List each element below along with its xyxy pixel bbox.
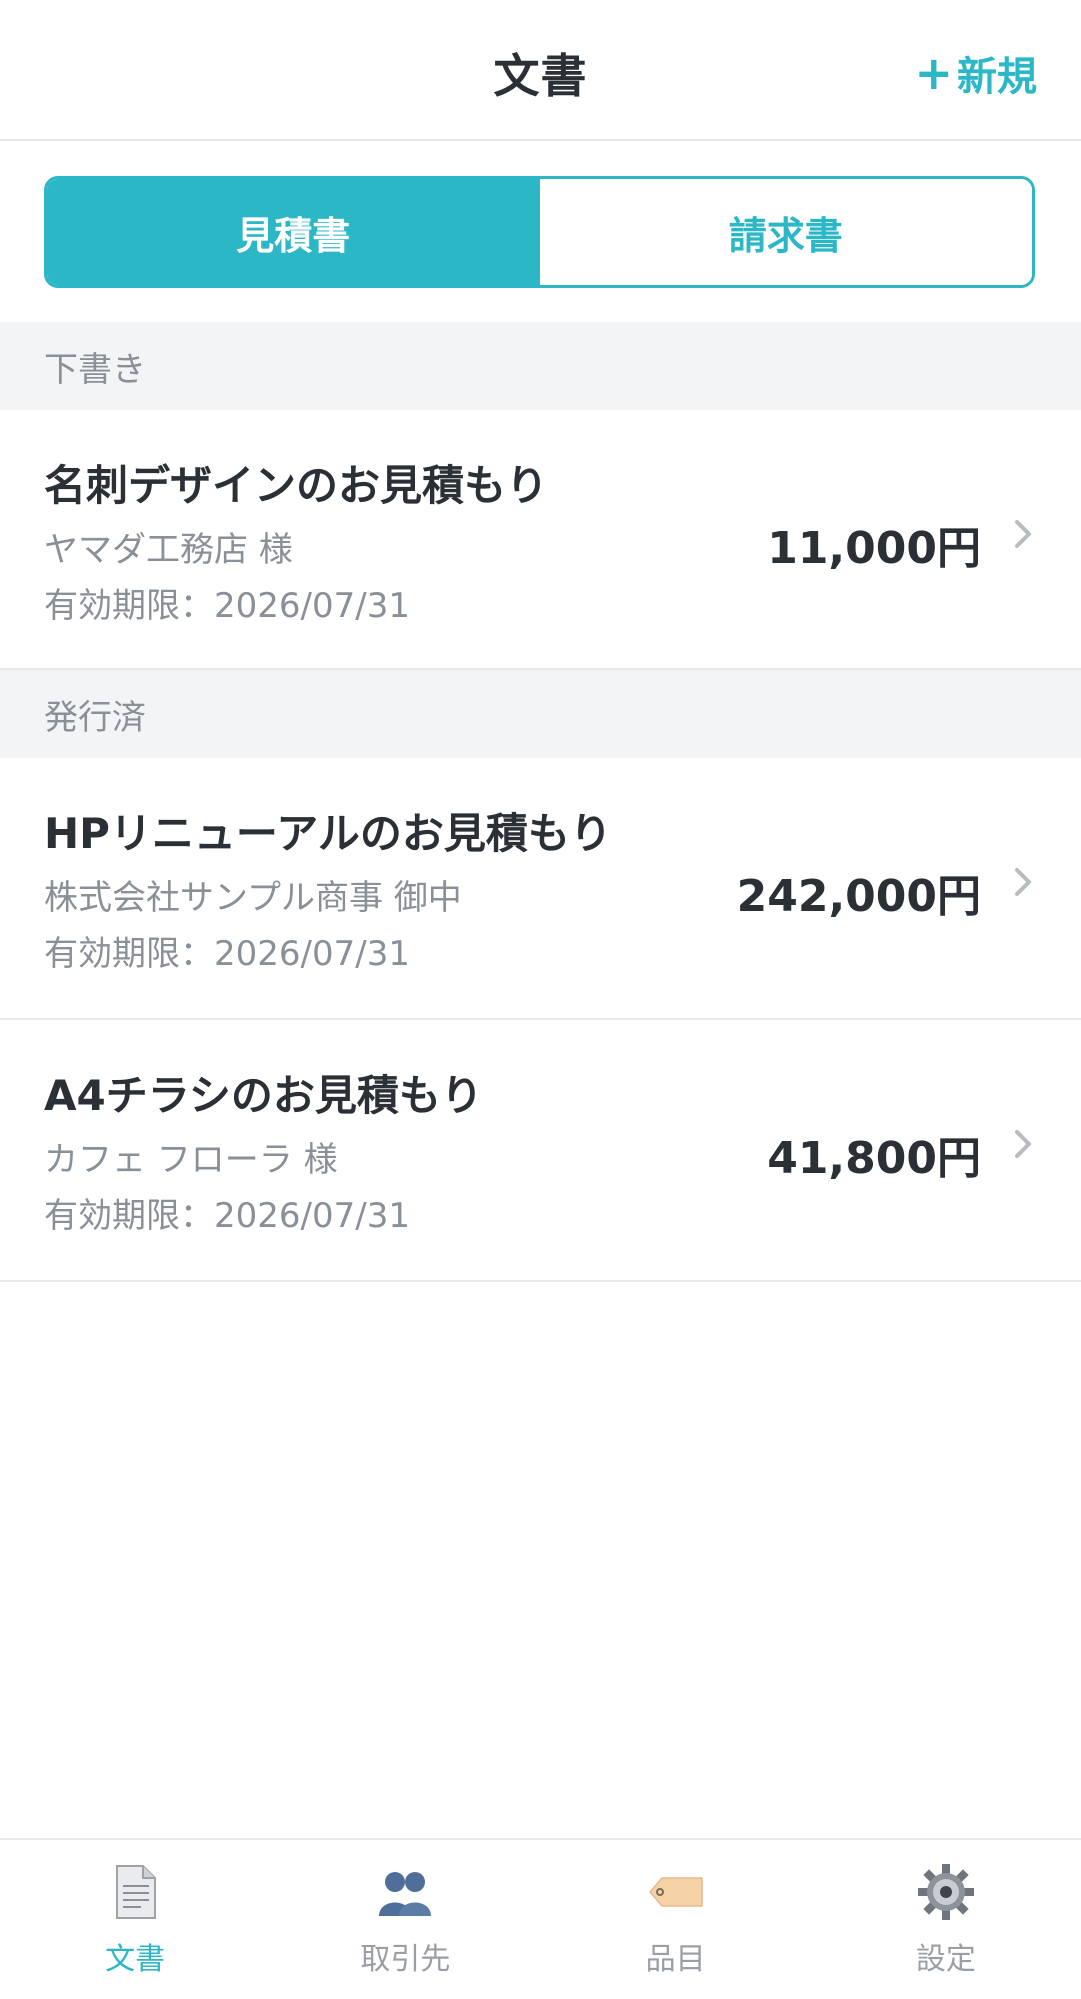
tag-icon — [648, 1877, 703, 1907]
client-name: カフェ フローラ 様 — [44, 1140, 338, 1180]
tab-items[interactable]: 品目 — [541, 1840, 811, 1999]
segment-estimate[interactable]: 見積書 — [47, 179, 540, 285]
tab-label: 取引先 — [360, 1942, 451, 1977]
document-name: 名刺デザインのお見積もり — [44, 461, 549, 510]
nav-header: 文書 + 新規 — [0, 0, 1081, 141]
people-icon — [379, 1872, 432, 1916]
app-screen: 文書 + 新規 見積書 請求書 下書き 名刺デザインのお見積もり ヤマダ工務店 … — [0, 0, 1081, 1999]
expiry-date: 有効期限：2026/07/31 — [44, 934, 410, 974]
expiry-date: 有効期限：2026/07/31 — [44, 586, 410, 626]
document-type-segmented-control: 見積書 請求書 — [44, 176, 1035, 288]
chevron-right-icon — [1015, 520, 1031, 548]
tab-label: 品目 — [645, 1942, 706, 1977]
new-document-button[interactable]: + 新規 — [914, 44, 1037, 102]
document-name: A4チラシのお見積もり — [44, 1071, 483, 1120]
chevron-right-icon — [1015, 868, 1031, 896]
document-amount: 11,000円 — [767, 523, 981, 574]
section-header-drafts: 下書き — [0, 322, 1081, 410]
document-row[interactable]: HPリニューアルのお見積もり 株式会社サンプル商事 御中 有効期限：2026/0… — [0, 758, 1081, 1020]
tab-label: 設定 — [915, 1942, 976, 1977]
tab-label: 文書 — [105, 1942, 166, 1977]
section-header-issued: 発行済 — [0, 670, 1081, 758]
tab-bar: 文書 取引先 品目 設定 — [0, 1838, 1081, 1999]
gear-icon — [917, 1864, 974, 1920]
document-row[interactable]: 名刺デザインのお見積もり ヤマダ工務店 様 有効期限：2026/07/31 11… — [0, 410, 1081, 670]
segment-invoice[interactable]: 請求書 — [539, 179, 1032, 285]
expiry-date: 有効期限：2026/07/31 — [44, 1196, 410, 1236]
document-icon — [116, 1865, 157, 1919]
document-amount: 242,000円 — [736, 871, 981, 922]
tab-settings[interactable]: 設定 — [811, 1840, 1081, 1999]
tab-documents[interactable]: 文書 — [0, 1840, 270, 1999]
new-document-label: 新規 — [957, 54, 1037, 100]
plus-icon: + — [914, 46, 953, 100]
document-name: HPリニューアルのお見積もり — [44, 809, 612, 858]
client-name: ヤマダ工務店 様 — [44, 530, 293, 570]
tab-clients[interactable]: 取引先 — [270, 1840, 540, 1999]
client-name: 株式会社サンプル商事 御中 — [44, 878, 462, 918]
document-amount: 41,800円 — [767, 1133, 981, 1184]
chevron-right-icon — [1015, 1130, 1031, 1158]
document-row[interactable]: A4チラシのお見積もり カフェ フローラ 様 有効期限：2026/07/31 4… — [0, 1020, 1081, 1282]
